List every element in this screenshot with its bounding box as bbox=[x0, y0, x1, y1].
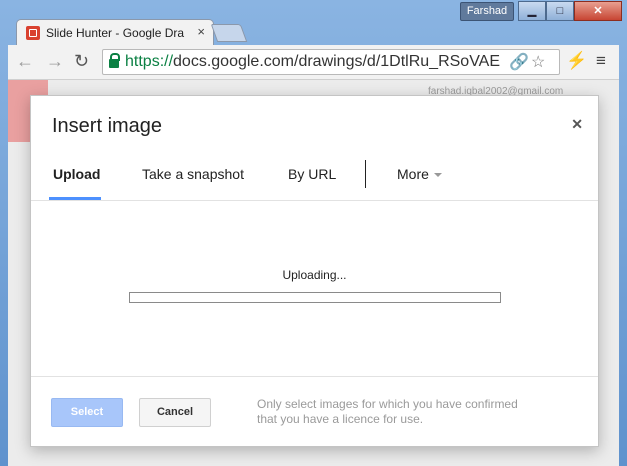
profile-button[interactable]: Farshad bbox=[460, 2, 514, 21]
extension-icon[interactable]: ⚡ bbox=[566, 51, 587, 71]
active-tab-indicator bbox=[49, 197, 101, 200]
reload-icon[interactable]: ↻ bbox=[74, 51, 89, 72]
dialog-title: Insert image bbox=[52, 115, 163, 137]
new-tab-button[interactable] bbox=[210, 24, 248, 42]
star-icon[interactable]: ☆ bbox=[531, 52, 545, 72]
back-arrow-icon[interactable]: ← bbox=[16, 51, 34, 72]
menu-icon[interactable]: ≡ bbox=[596, 51, 606, 71]
tab-by-url[interactable]: By URL bbox=[288, 166, 336, 182]
licence-note: Only select images for which you have co… bbox=[257, 397, 518, 426]
tab-upload[interactable]: Upload bbox=[53, 166, 100, 182]
close-window-button[interactable]: ✕ bbox=[574, 1, 622, 21]
url-text: https://docs.google.com/drawings/d/1DtlR… bbox=[125, 53, 501, 70]
tab-divider bbox=[365, 160, 366, 188]
cancel-button[interactable]: Cancel bbox=[139, 398, 211, 427]
browser-toolbar: ← → ↻ https://docs.google.com/drawings/d… bbox=[8, 45, 619, 80]
link-icon[interactable]: 🔗 bbox=[509, 52, 529, 72]
minimize-button[interactable]: ▁ bbox=[518, 1, 546, 21]
dialog-tabs: Upload Take a snapshot By URL More bbox=[31, 156, 598, 201]
browser-tab[interactable]: Slide Hunter - Google Dra × bbox=[16, 19, 214, 46]
upload-progress-bar bbox=[129, 292, 501, 303]
tab-take-snapshot[interactable]: Take a snapshot bbox=[142, 166, 244, 182]
forward-arrow-icon[interactable]: → bbox=[46, 51, 64, 72]
lock-icon bbox=[109, 53, 120, 68]
address-bar[interactable]: https://docs.google.com/drawings/d/1DtlR… bbox=[102, 49, 560, 75]
chevron-down-icon bbox=[433, 173, 442, 178]
upload-status: Uploading... bbox=[282, 268, 347, 282]
tab-more[interactable]: More bbox=[397, 166, 442, 182]
tab-title: Slide Hunter - Google Dra bbox=[46, 26, 185, 40]
title-bar: Slide Hunter - Google Dra × Farshad ▁ □ … bbox=[0, 0, 627, 46]
window-controls: ▁ □ ✕ bbox=[518, 1, 622, 21]
select-button[interactable]: Select bbox=[51, 398, 123, 427]
tab-close-icon[interactable]: × bbox=[197, 24, 205, 39]
google-drawings-icon bbox=[26, 26, 40, 40]
insert-image-dialog: Insert image ✕ Upload Take a snapshot By… bbox=[30, 95, 599, 447]
dialog-footer: Select Cancel Only select images for whi… bbox=[31, 376, 598, 447]
browser-window: Slide Hunter - Google Dra × Farshad ▁ □ … bbox=[0, 0, 627, 466]
maximize-button[interactable]: □ bbox=[546, 1, 574, 21]
dialog-close-icon[interactable]: ✕ bbox=[571, 116, 583, 133]
